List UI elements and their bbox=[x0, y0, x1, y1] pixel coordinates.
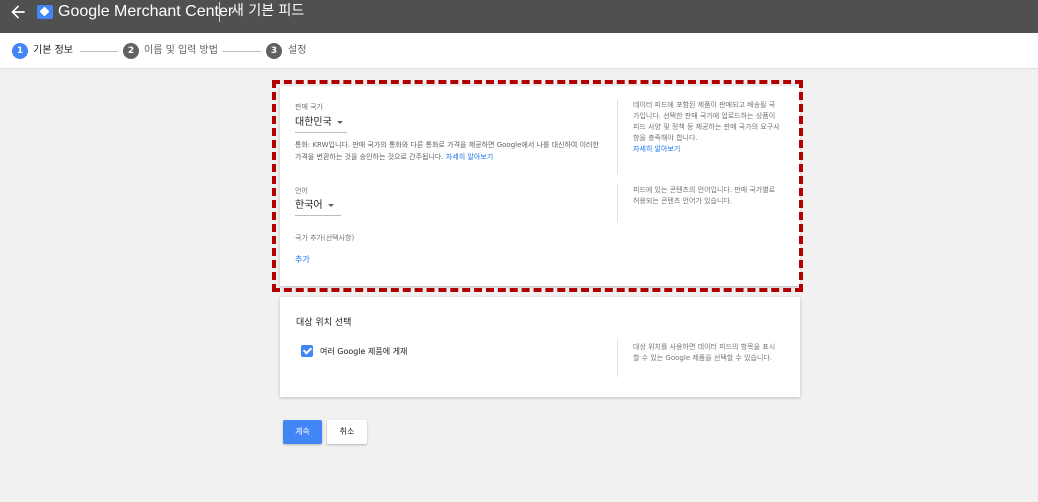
step-connector bbox=[80, 51, 118, 52]
chevron-down-icon bbox=[327, 203, 334, 207]
step-2-number: 2 bbox=[123, 43, 139, 59]
country-help: 데이터 피드에 포함된 제품이 판매되고 배송될 국가입니다. 선택한 판매 국… bbox=[633, 100, 781, 155]
language-select[interactable]: 한국어 bbox=[295, 199, 334, 213]
continue-button[interactable]: 계속 bbox=[283, 420, 322, 444]
page-title: 새 기본 피드 bbox=[231, 3, 305, 19]
destinations-card: 대상 위치 선택 여러 Google 제품에 게재 대상 위치를 사용하면 데이… bbox=[280, 297, 800, 397]
app-bar: Google Merchant Center 새 기본 피드 bbox=[0, 0, 1038, 33]
step-1-number: 1 bbox=[12, 43, 28, 59]
merchant-center-tag-icon bbox=[37, 5, 53, 19]
country-select[interactable]: 대한민국 bbox=[295, 116, 343, 130]
check-icon[interactable] bbox=[301, 345, 313, 357]
add-country-link[interactable]: 추가 bbox=[295, 254, 310, 265]
country-label: 판매 국가 bbox=[295, 103, 323, 111]
step-3-label: 설정 bbox=[288, 45, 307, 56]
country-value: 대한민국 bbox=[295, 117, 332, 128]
add-country-label: 국가 추가(선택사항) bbox=[295, 234, 355, 242]
currency-learn-more-link[interactable]: 자세히 알아보기 bbox=[446, 153, 493, 161]
destinations-help: 대상 위치를 사용하면 데이터 피드의 항목을 표시할 수 있는 Google … bbox=[633, 343, 776, 362]
cancel-button[interactable]: 취소 bbox=[327, 420, 367, 444]
destinations-checkbox-label[interactable]: 여러 Google 제품에 게재 bbox=[320, 346, 407, 357]
language-select-underline bbox=[295, 215, 341, 216]
step-connector bbox=[222, 51, 261, 52]
language-label: 언어 bbox=[295, 187, 308, 195]
language-help: 피드에 있는 콘텐츠의 언어입니다. 판매 국가별로 허용되는 콘텐츠 언어가 … bbox=[633, 186, 776, 205]
country-help-text: 데이터 피드에 포함된 제품이 판매되고 배송될 국가입니다. 선택한 판매 국… bbox=[633, 101, 780, 142]
arrow-left-icon[interactable] bbox=[8, 2, 28, 22]
column-divider bbox=[617, 100, 618, 174]
column-divider bbox=[617, 339, 618, 377]
column-divider bbox=[617, 184, 618, 222]
step-3-number: 3 bbox=[266, 43, 282, 59]
language-value: 한국어 bbox=[295, 200, 323, 211]
currency-note: 통화: KRW입니다. 판매 국가의 통화와 다른 통화로 가격을 제공하면 G… bbox=[295, 139, 600, 163]
chevron-down-icon bbox=[336, 120, 343, 124]
step-1-label: 기본 정보 bbox=[33, 45, 73, 56]
country-learn-more-link[interactable]: 자세히 알아보기 bbox=[633, 144, 781, 155]
destinations-title: 대상 위치 선택 bbox=[296, 318, 352, 328]
app-brand: Google Merchant Center bbox=[58, 3, 234, 20]
basic-info-card: 판매 국가 대한민국 통화: KRW입니다. 판매 국가의 통화와 다른 통화로… bbox=[280, 86, 800, 286]
progress-stepper: 1 기본 정보 2 이름 및 입력 방법 3 설정 bbox=[0, 33, 1038, 69]
country-select-underline bbox=[295, 132, 347, 133]
step-2-label: 이름 및 입력 방법 bbox=[144, 45, 218, 56]
appbar-divider bbox=[219, 2, 220, 22]
